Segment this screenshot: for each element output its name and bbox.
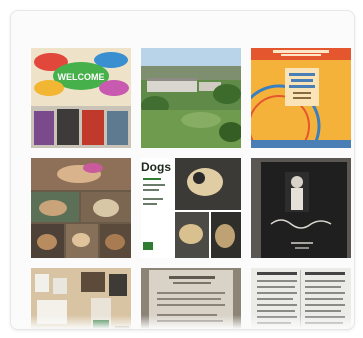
flyer-title: Dogs — [141, 160, 171, 174]
campus-aerial-photo — [141, 48, 241, 148]
gallery-tile-campus[interactable] — [141, 48, 241, 148]
gallery-tile-book[interactable] — [251, 158, 351, 258]
dogs-collage-photo — [31, 158, 131, 258]
gallery-tile-dogs[interactable] — [31, 158, 131, 258]
gallery-card: WELCOME Dogs — [10, 10, 355, 330]
bottom-fade — [11, 315, 354, 329]
gallery-tile-flyer[interactable]: Dogs — [141, 158, 241, 258]
welcome-sign-photo: WELCOME — [31, 48, 131, 148]
gallery-tile-poster[interactable] — [251, 48, 351, 148]
dogs-flyer-photo: Dogs — [141, 158, 241, 258]
book-cover-photo — [251, 158, 351, 258]
ferris-wheel-poster — [251, 48, 351, 148]
welcome-text: WELCOME — [58, 72, 105, 82]
gallery-tile-welcome[interactable]: WELCOME — [31, 48, 131, 148]
image-grid: WELCOME Dogs — [31, 36, 351, 329]
